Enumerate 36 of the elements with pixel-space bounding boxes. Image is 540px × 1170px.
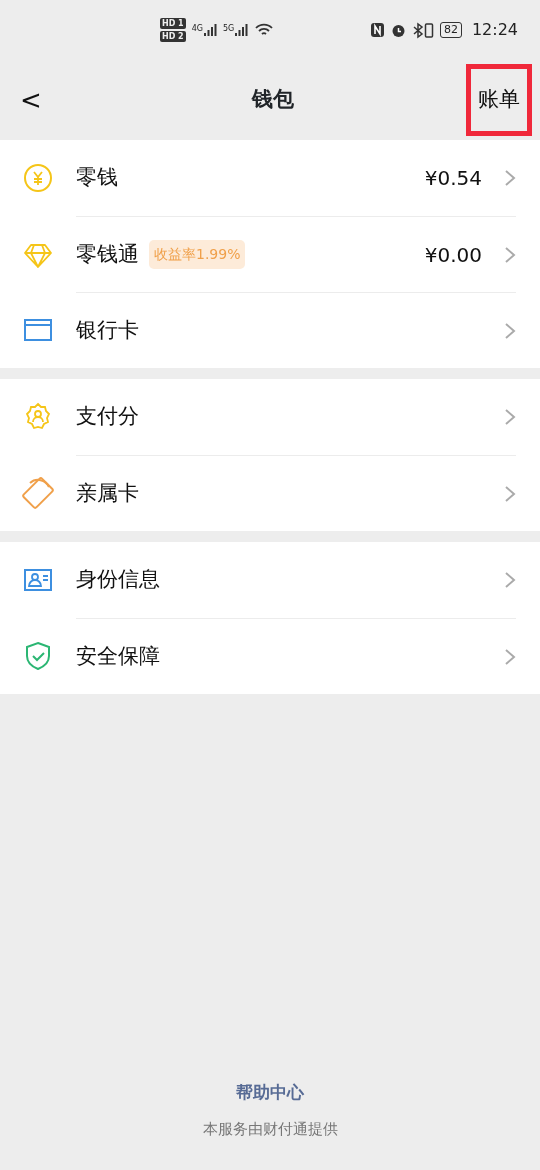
bill-button[interactable]: 账单 — [466, 64, 532, 136]
vibrate-icon — [423, 21, 434, 39]
chevron-right-icon — [504, 484, 516, 503]
item-label: 安全保障 — [76, 642, 160, 670]
item-value: ¥0.54 — [424, 165, 482, 192]
network-label: 4G — [191, 23, 203, 35]
signal-icon — [234, 23, 249, 37]
chevron-right-icon — [504, 169, 516, 187]
help-center-link[interactable]: 帮助中心 — [236, 1080, 304, 1106]
status-time: 12:24 — [471, 19, 518, 41]
chevron-right-icon — [504, 647, 516, 666]
item-label: 身份信息 — [76, 566, 160, 594]
sim-badge: HD 2 — [160, 31, 186, 42]
item-label: 零钱 — [76, 164, 118, 192]
signal-icon — [203, 23, 217, 37]
page-title: 钱包 — [252, 86, 294, 114]
bluetooth-icon — [411, 21, 424, 39]
item-label: 亲属卡 — [76, 479, 139, 507]
item-label: 支付分 — [76, 403, 139, 431]
provider-note: 本服务由财付通提供 — [202, 1118, 338, 1140]
rate-tag: 收益率1.99% — [149, 240, 246, 269]
sim-badge: HD 1 — [160, 18, 186, 29]
item-label: 零钱通 — [76, 240, 139, 268]
battery-level: 82 — [439, 22, 462, 38]
item-value: ¥0.00 — [424, 241, 482, 269]
chevron-right-icon — [504, 571, 516, 589]
wifi-icon — [254, 22, 275, 38]
chevron-right-icon — [504, 321, 516, 340]
coin-icon — [22, 162, 54, 194]
chevron-right-icon — [504, 408, 516, 426]
nfc-icon — [369, 22, 385, 38]
card-icon — [22, 477, 54, 509]
item-label: 银行卡 — [76, 316, 139, 344]
back-button[interactable]: < — [14, 80, 48, 120]
network-label: 5G — [223, 23, 235, 35]
chevron-right-icon — [504, 245, 516, 264]
